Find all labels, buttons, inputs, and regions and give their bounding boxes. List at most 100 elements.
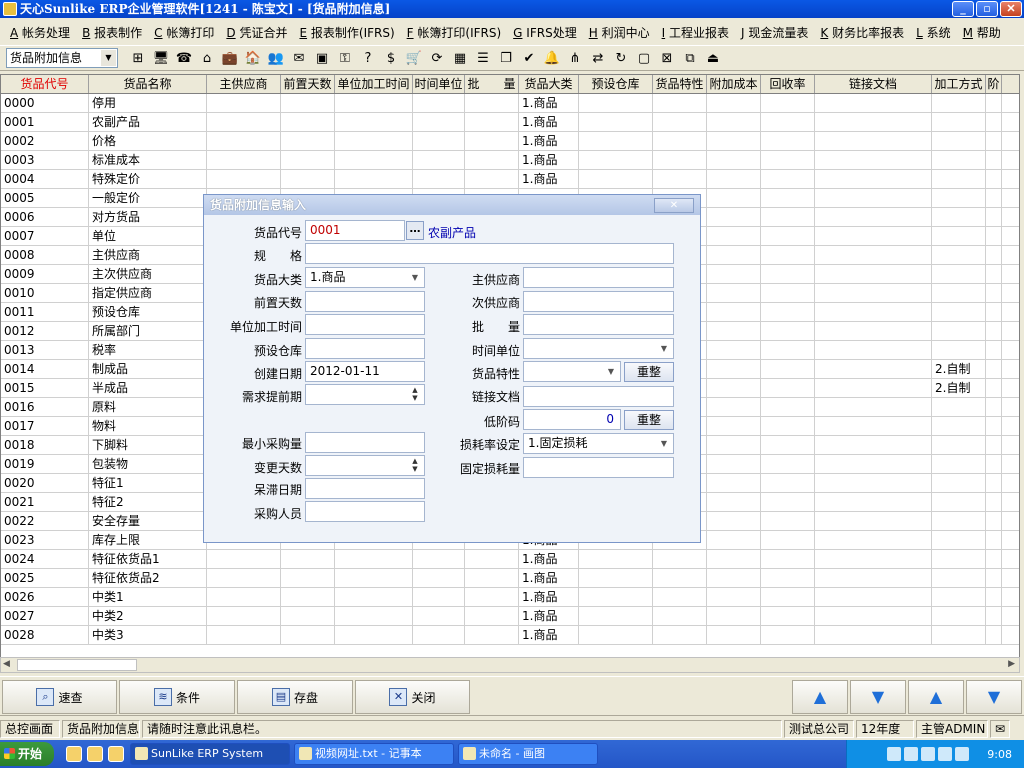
table-cell[interactable]: 对方货品 bbox=[89, 208, 207, 226]
table-cell[interactable]: 原料 bbox=[89, 398, 207, 416]
tree-icon[interactable]: ⊞ bbox=[128, 48, 148, 68]
table-cell-empty[interactable] bbox=[761, 360, 815, 378]
table-cell[interactable]: 0026 bbox=[1, 588, 89, 606]
table-cell[interactable]: 预设仓库 bbox=[89, 303, 207, 321]
table-cell-empty[interactable] bbox=[761, 94, 815, 112]
table-cell-empty[interactable] bbox=[707, 607, 761, 625]
change-days-stepper[interactable]: ▲ ▼ bbox=[305, 455, 425, 476]
table-row[interactable]: 0004 特殊定价 1.商品 bbox=[1, 170, 1019, 189]
table-cell-empty[interactable] bbox=[207, 151, 281, 169]
table-cell-empty[interactable] bbox=[707, 360, 761, 378]
copy-icon[interactable]: ❐ bbox=[496, 48, 516, 68]
table-cell-empty[interactable] bbox=[815, 132, 932, 150]
table-cell[interactable] bbox=[932, 132, 986, 150]
table-cell[interactable] bbox=[932, 455, 986, 473]
table-cell-empty[interactable] bbox=[207, 170, 281, 188]
table-cell[interactable]: 0000 bbox=[1, 94, 89, 112]
cart-icon[interactable]: 🛒 bbox=[404, 48, 424, 68]
table-cell[interactable]: 1.商品 bbox=[519, 607, 579, 625]
table-cell[interactable]: 0019 bbox=[1, 455, 89, 473]
scroll-right-icon[interactable]: ▶ bbox=[1008, 659, 1015, 669]
table-cell-empty[interactable] bbox=[986, 170, 1002, 188]
unit-time-input[interactable] bbox=[305, 314, 425, 335]
table-cell[interactable]: 半成品 bbox=[89, 379, 207, 397]
table-cell-empty[interactable] bbox=[579, 607, 653, 625]
table-cell-empty[interactable] bbox=[281, 151, 335, 169]
refresh-icon[interactable]: ⟳ bbox=[427, 48, 447, 68]
table-cell-empty[interactable] bbox=[465, 607, 519, 625]
table-cell[interactable] bbox=[932, 588, 986, 606]
exit-icon[interactable]: ⏏ bbox=[703, 48, 723, 68]
table-cell-empty[interactable] bbox=[707, 113, 761, 131]
maximize-button[interactable]: ▫ bbox=[976, 1, 998, 17]
table-cell-empty[interactable] bbox=[815, 246, 932, 264]
table-cell-empty[interactable] bbox=[281, 170, 335, 188]
table-cell-empty[interactable] bbox=[986, 436, 1002, 454]
table-cell[interactable]: 0005 bbox=[1, 189, 89, 207]
created-date-input[interactable]: 2012-01-11 bbox=[305, 361, 425, 382]
close-button[interactable]: ✕ bbox=[1000, 1, 1022, 17]
table-cell-empty[interactable] bbox=[986, 322, 1002, 340]
table-cell-empty[interactable] bbox=[815, 227, 932, 245]
network-icon[interactable] bbox=[887, 747, 902, 761]
table-cell-empty[interactable] bbox=[761, 550, 815, 568]
table-cell-empty[interactable] bbox=[815, 436, 932, 454]
table-cell-empty[interactable] bbox=[335, 626, 413, 644]
table-cell[interactable]: 1.商品 bbox=[519, 626, 579, 644]
table-cell-empty[interactable] bbox=[281, 94, 335, 112]
table-cell-empty[interactable] bbox=[815, 189, 932, 207]
table-row[interactable]: 0001 农副产品 1.商品 bbox=[1, 113, 1019, 132]
table-cell[interactable] bbox=[932, 322, 986, 340]
column-header[interactable]: 货品特性 bbox=[653, 75, 707, 93]
table-cell[interactable]: 1.商品 bbox=[519, 132, 579, 150]
main-supplier-input[interactable] bbox=[523, 267, 674, 288]
table-cell-empty[interactable] bbox=[815, 455, 932, 473]
volume-icon[interactable] bbox=[904, 747, 919, 761]
table-cell-empty[interactable] bbox=[761, 284, 815, 302]
table-cell-empty[interactable] bbox=[579, 113, 653, 131]
table-cell-empty[interactable] bbox=[707, 341, 761, 359]
demand-lead-stepper[interactable]: ▲ ▼ bbox=[305, 384, 425, 405]
table-cell-empty[interactable] bbox=[761, 417, 815, 435]
table-cell-empty[interactable] bbox=[707, 493, 761, 511]
menu-item-a[interactable]: A 帐务处理 bbox=[4, 24, 76, 41]
table-row[interactable]: 0028 中类3 1.商品 bbox=[1, 626, 1019, 645]
table-cell-empty[interactable] bbox=[707, 588, 761, 606]
table-cell-empty[interactable] bbox=[579, 588, 653, 606]
table-cell-empty[interactable] bbox=[986, 493, 1002, 511]
mail-icon[interactable]: ✉ bbox=[289, 48, 309, 68]
table-cell[interactable]: 包装物 bbox=[89, 455, 207, 473]
buyer-input[interactable] bbox=[305, 501, 425, 522]
media-icon[interactable] bbox=[108, 746, 124, 762]
column-header[interactable]: 批 量 bbox=[465, 75, 519, 93]
menu-item-d[interactable]: D 凭证合并 bbox=[220, 24, 293, 41]
table-cell[interactable] bbox=[932, 246, 986, 264]
ime-icon[interactable] bbox=[938, 747, 953, 761]
table-cell-empty[interactable] bbox=[281, 550, 335, 568]
table-cell-empty[interactable] bbox=[986, 113, 1002, 131]
column-header[interactable]: 单位加工时间 bbox=[335, 75, 413, 93]
table-cell-empty[interactable] bbox=[815, 113, 932, 131]
table-cell[interactable]: 0023 bbox=[1, 531, 89, 549]
table-cell[interactable]: 1.商品 bbox=[519, 588, 579, 606]
spinner-icon[interactable]: ▲ ▼ bbox=[408, 386, 422, 403]
table-cell[interactable]: 0015 bbox=[1, 379, 89, 397]
batch-input[interactable] bbox=[523, 314, 674, 335]
column-header[interactable]: 货品代号 bbox=[1, 75, 89, 93]
table-cell-empty[interactable] bbox=[986, 284, 1002, 302]
table-cell-empty[interactable] bbox=[761, 512, 815, 530]
table-cell-empty[interactable] bbox=[761, 379, 815, 397]
table-cell[interactable]: 税率 bbox=[89, 341, 207, 359]
table-cell[interactable] bbox=[932, 512, 986, 530]
table-cell-empty[interactable] bbox=[707, 512, 761, 530]
briefcase-icon[interactable]: 💼 bbox=[220, 48, 240, 68]
table-cell[interactable]: 0002 bbox=[1, 132, 89, 150]
spinner-icon[interactable]: ▲ ▼ bbox=[408, 457, 422, 474]
column-header[interactable]: 阶 bbox=[986, 75, 1002, 93]
table-cell-empty[interactable] bbox=[579, 94, 653, 112]
table-cell-empty[interactable] bbox=[986, 474, 1002, 492]
menu-item-j[interactable]: J 现金流量表 bbox=[735, 24, 814, 41]
table-cell-empty[interactable] bbox=[815, 208, 932, 226]
table-cell[interactable]: 0014 bbox=[1, 360, 89, 378]
table-cell[interactable]: 安全存量 bbox=[89, 512, 207, 530]
